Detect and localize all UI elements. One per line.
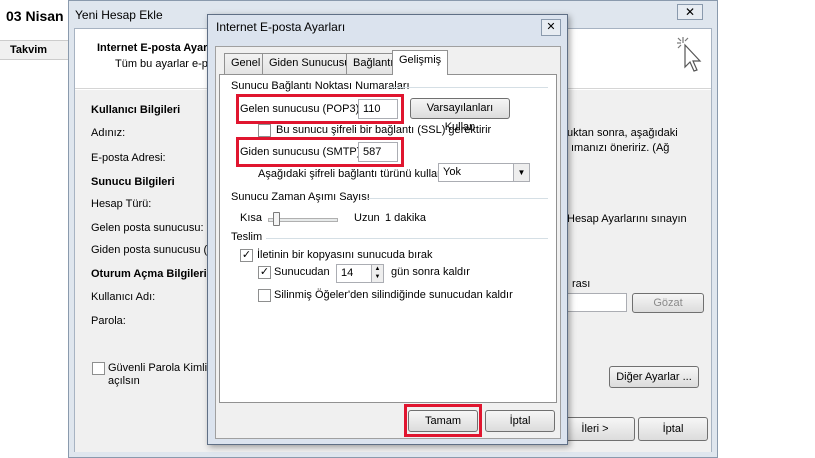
timeout-group-label: Sunucu Zaman Aşımı Sayısı	[231, 191, 370, 203]
wizard-title: Yeni Hesap Ekle	[75, 8, 163, 22]
ssl-label: Bu sunucu şifreli bir bağlantı (SSL) ger…	[276, 124, 492, 136]
timeout-short-label: Kısa	[240, 212, 263, 224]
outlook-calendar-pane	[0, 0, 70, 458]
spa-checkbox[interactable]	[92, 362, 105, 375]
email-label: E-posta Adresi:	[91, 152, 166, 164]
remove-after-checkbox[interactable]: ✓	[258, 266, 271, 279]
wizard-subheading: Tüm bu ayarlar e-po	[115, 58, 215, 70]
right-info-line1: uktan sonra, aşağıdaki	[567, 127, 678, 139]
remove-deleted-label: Silinmiş Öğeler'den silindiğinde sunucud…	[274, 289, 513, 301]
wizard-cancel-button[interactable]: İptal	[638, 417, 708, 441]
incoming-port-highlight	[236, 94, 404, 124]
wizard-close-button[interactable]: ✕	[677, 4, 703, 20]
remove-after-suffix: gün sonra kaldır	[391, 266, 470, 278]
server-info-heading: Sunucu Bilgileri	[91, 176, 175, 188]
right-info-line4: rası	[572, 278, 591, 290]
outgoing-port-highlight	[236, 137, 404, 167]
leave-copy-label: İletinin bir kopyasını sunucuda bırak	[257, 249, 433, 261]
use-defaults-button[interactable]: Varsayılanları Kullan	[410, 98, 510, 133]
name-label: Adınız:	[91, 127, 126, 139]
username-label: Kullanıcı Adı:	[91, 291, 156, 303]
encryption-type-label: Aşağıdaki şifreli bağlantı türünü kullan…	[258, 168, 447, 180]
logon-info-heading: Oturum Açma Bilgileri	[91, 268, 207, 280]
email-settings-dialog: Internet E-posta Ayarları ✕ Genel Giden …	[207, 14, 568, 445]
dialog-close-button[interactable]: ✕	[541, 19, 561, 36]
user-info-heading: Kullanıcı Bilgileri	[91, 104, 181, 116]
remove-after-days-value: 14	[341, 267, 354, 279]
wizard-heading: Internet E-posta Ayar	[97, 42, 208, 54]
delivery-group-label: Teslim	[231, 231, 263, 243]
calendar-date-header: 03 Nisan	[6, 8, 64, 24]
delivery-group-separator	[266, 238, 548, 239]
timeout-group-separator	[368, 198, 548, 199]
cursor-sparkle-icon	[677, 37, 702, 72]
leave-copy-checkbox[interactable]: ✓	[240, 249, 253, 262]
spin-down-icon[interactable]: ▼	[371, 273, 383, 282]
spa-label-line2: açılsın	[108, 375, 140, 387]
password-label: Parola:	[91, 315, 126, 327]
tab-genel[interactable]: Genel	[224, 53, 268, 74]
calendar-label: Takvim	[10, 44, 48, 56]
port-group-separator	[386, 87, 548, 88]
timeout-slider-thumb[interactable]	[273, 212, 280, 226]
encryption-type-value: Yok	[443, 166, 461, 178]
chevron-down-icon[interactable]: ▼	[513, 164, 529, 181]
remove-after-days-field[interactable]: 14 ▲ ▼	[336, 264, 384, 283]
encryption-type-select[interactable]: Yok ▼	[438, 163, 530, 182]
tab-gelismis[interactable]: Gelişmiş	[392, 50, 449, 75]
dialog-cancel-button[interactable]: İptal	[485, 410, 555, 432]
more-settings-button[interactable]: Diğer Ayarlar ...	[609, 366, 699, 388]
test-settings-label: Hesap Ayarlarını sınayın	[567, 213, 687, 225]
tab-giden-sunucusu[interactable]: Giden Sunucusu	[262, 53, 358, 74]
timeout-value: 1 dakika	[385, 212, 426, 224]
incoming-server-label: Gelen posta sunucusu:	[91, 222, 204, 234]
ssl-checkbox[interactable]	[258, 124, 271, 137]
dialog-title: Internet E-posta Ayarları	[216, 20, 346, 34]
remove-deleted-checkbox[interactable]	[258, 289, 271, 302]
outgoing-server-label: Giden posta sunucusu (SM	[91, 244, 224, 256]
ok-button-highlight	[404, 404, 482, 437]
timeout-long-label: Uzun	[354, 212, 380, 224]
path-field[interactable]	[567, 293, 627, 312]
spin-up-icon[interactable]: ▲	[371, 265, 383, 273]
right-info-line2: ımanızı öneririz. (Ağ	[571, 142, 670, 154]
browse-button[interactable]: Gözat	[632, 293, 704, 313]
account-type-label: Hesap Türü:	[91, 198, 152, 210]
remove-after-label: Sunucudan	[274, 266, 330, 278]
port-numbers-group-label: Sunucu Bağlantı Noktası Numaraları	[231, 80, 410, 92]
